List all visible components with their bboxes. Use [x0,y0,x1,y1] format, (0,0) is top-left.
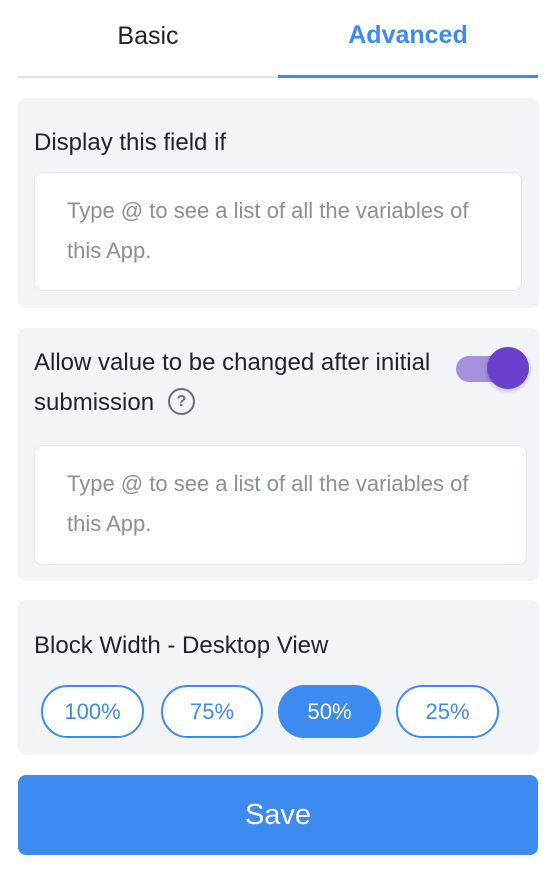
allow-change-input[interactable]: Type @ to see a list of all the variable… [34,445,527,565]
tab-basic[interactable]: Basic [18,0,278,78]
settings-tabs: Basic Advanced [18,0,538,78]
allow-change-label-wrap: Allow value to be changed after initial … [34,343,444,423]
display-condition-input[interactable]: Type @ to see a list of all the variable… [34,172,522,291]
save-button[interactable]: Save [18,775,538,855]
width-option-25[interactable]: 25% [396,685,499,738]
display-condition-label: Display this field if [34,129,227,156]
tab-advanced[interactable]: Advanced [278,0,538,78]
allow-change-section: Allow value to be changed after initial … [18,328,539,581]
question-circle-icon[interactable]: ? [168,388,196,416]
block-width-section: Block Width - Desktop View 100% 75% 50% … [18,600,539,755]
tab-basic-label: Basic [117,21,179,50]
width-option-100[interactable]: 100% [41,685,144,738]
tab-advanced-label: Advanced [348,21,468,49]
allow-change-toggle[interactable] [455,347,529,389]
width-option-75[interactable]: 75% [161,685,263,738]
block-width-label: Block Width - Desktop View [34,632,329,659]
field-settings-panel: Basic Advanced Display this field if Typ… [0,0,550,890]
width-option-50[interactable]: 50% [278,685,381,738]
allow-change-label: Allow value to be changed after initial … [34,349,431,416]
toggle-knob [487,347,529,389]
display-condition-section: Display this field if Type @ to see a li… [18,98,539,308]
